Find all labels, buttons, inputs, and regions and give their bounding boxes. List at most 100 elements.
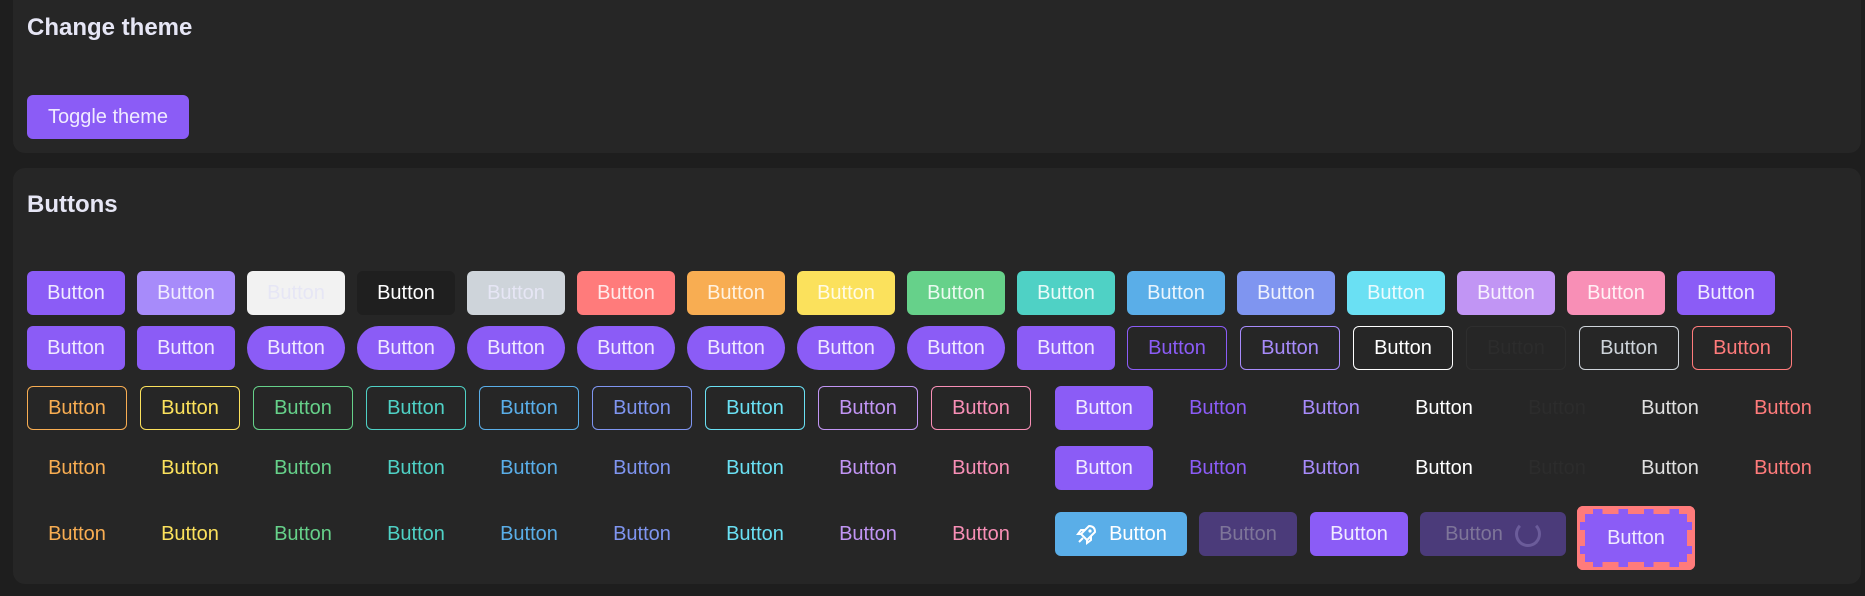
button-label: Button	[1445, 522, 1503, 545]
ghost-pink-button[interactable]: Button	[931, 446, 1031, 490]
focus-dashed-button[interactable]: Button	[1577, 506, 1695, 570]
button-label: Button	[1528, 456, 1586, 479]
outline-blue-button[interactable]: Button	[479, 386, 579, 430]
solid-indigo-button[interactable]: Button	[1237, 271, 1335, 315]
pill-primary-button[interactable]: Button	[577, 326, 675, 370]
outline-red-button[interactable]: Button	[1692, 326, 1792, 370]
ghost-yellow-button[interactable]: Button	[140, 512, 240, 556]
ghost-green-button[interactable]: Button	[253, 446, 353, 490]
pill-primary-button[interactable]: Button	[357, 326, 455, 370]
pill-primary-button[interactable]: Button	[467, 326, 565, 370]
ghost-green-button[interactable]: Button	[253, 512, 353, 556]
ghost-indigo-button[interactable]: Button	[592, 512, 692, 556]
ghost-dark-button[interactable]: Button	[1507, 386, 1607, 430]
button-label: Button	[1147, 281, 1205, 304]
ghost-primary-button[interactable]: Button	[1168, 386, 1268, 430]
ghost-indigo-button[interactable]: Button	[592, 446, 692, 490]
loading-button[interactable]: Button	[1420, 512, 1566, 556]
ghost-cyan-button[interactable]: Button	[705, 512, 805, 556]
button-label: Button	[47, 281, 105, 304]
change-theme-title: Change theme	[27, 14, 193, 41]
button-label: Button	[387, 522, 445, 545]
ghost-orange-button[interactable]: Button	[27, 512, 127, 556]
outline-green-button[interactable]: Button	[253, 386, 353, 430]
ghost-blue-button[interactable]: Button	[479, 446, 579, 490]
ghost-cyan-button[interactable]: Button	[705, 446, 805, 490]
ghost-primary-button[interactable]: Button	[1168, 446, 1268, 490]
ghost-light-button[interactable]: Button	[1394, 446, 1494, 490]
solid-teal-button[interactable]: Button	[1017, 271, 1115, 315]
solid-primary-button[interactable]: Button	[137, 326, 235, 370]
outline-orange-button[interactable]: Button	[27, 386, 127, 430]
solid-light-button[interactable]: Button	[247, 271, 345, 315]
button-label: Button	[387, 396, 445, 419]
solid-primary-button[interactable]: Button	[1017, 326, 1115, 370]
button-label: Button	[387, 456, 445, 479]
button-label: Button	[613, 396, 671, 419]
ghost-blue-button[interactable]: Button	[479, 512, 579, 556]
ghost-light-button[interactable]: Button	[1394, 386, 1494, 430]
solid-yellow-button[interactable]: Button	[797, 271, 895, 315]
solid-primary-button[interactable]: Button	[27, 326, 125, 370]
outline-light-button[interactable]: Button	[1353, 326, 1453, 370]
outline-dark-button[interactable]: Button	[1466, 326, 1566, 370]
ghost-pink-button[interactable]: Button	[931, 512, 1031, 556]
solid-primary-button[interactable]: Button	[1677, 271, 1775, 315]
solid-blue-button[interactable]: Button	[1127, 271, 1225, 315]
solid-purple-button[interactable]: Button	[1457, 271, 1555, 315]
outline-purple-button[interactable]: Button	[818, 386, 918, 430]
outline-secondary-button[interactable]: Button	[1240, 326, 1340, 370]
outline-cyan-button[interactable]: Button	[705, 386, 805, 430]
ghost-purple-button[interactable]: Button	[818, 512, 918, 556]
ghost-teal-button[interactable]: Button	[366, 446, 466, 490]
solid-gray-button[interactable]: Button	[467, 271, 565, 315]
pill-primary-button[interactable]: Button	[797, 326, 895, 370]
solid-orange-button[interactable]: Button	[687, 271, 785, 315]
button-label: Button	[1607, 526, 1665, 549]
solid-cyan-button[interactable]: Button	[1347, 271, 1445, 315]
button-label: Button	[1600, 336, 1658, 359]
solid-secondary-button[interactable]: Button	[137, 271, 235, 315]
button-label: Button	[377, 336, 435, 359]
ghost-red-button[interactable]: Button	[1733, 446, 1833, 490]
ghost-gray-button[interactable]: Button	[1620, 446, 1720, 490]
solid-primary-button[interactable]: Button	[27, 271, 125, 315]
button-label: Button	[597, 281, 655, 304]
ghost-secondary-button[interactable]: Button	[1281, 446, 1381, 490]
solid-primary-button[interactable]: Button	[1055, 386, 1153, 430]
button-label: Button	[1109, 522, 1167, 545]
outline-gray-button[interactable]: Button	[1579, 326, 1679, 370]
button-label: Button	[1415, 396, 1473, 419]
solid-red-button[interactable]: Button	[577, 271, 675, 315]
outline-teal-button[interactable]: Button	[366, 386, 466, 430]
button-label: Button	[1261, 336, 1319, 359]
icon-rocket-button[interactable]: Button	[1055, 512, 1187, 556]
solid-dark-button[interactable]: Button	[357, 271, 455, 315]
pill-primary-button[interactable]: Button	[687, 326, 785, 370]
button-label: Button	[267, 281, 325, 304]
toggle-theme-button[interactable]: Toggle theme	[27, 95, 189, 139]
outline-primary-button[interactable]: Button	[1127, 326, 1227, 370]
ghost-gray-button[interactable]: Button	[1620, 386, 1720, 430]
button-label: Button	[161, 522, 219, 545]
outline-yellow-button[interactable]: Button	[140, 386, 240, 430]
ghost-orange-button[interactable]: Button	[27, 446, 127, 490]
outline-pink-button[interactable]: Button	[931, 386, 1031, 430]
pill-primary-button[interactable]: Button	[247, 326, 345, 370]
solid-pink-button[interactable]: Button	[1567, 271, 1665, 315]
button-label: Button	[927, 281, 985, 304]
ghost-red-button[interactable]: Button	[1733, 386, 1833, 430]
button-label: Button	[1219, 522, 1277, 545]
solid-primary-button[interactable]: Button	[1310, 512, 1408, 556]
ghost-yellow-button[interactable]: Button	[140, 446, 240, 490]
button-label: Button	[1189, 396, 1247, 419]
solid-primary-button[interactable]: Button	[1055, 446, 1153, 490]
pill-primary-button[interactable]: Button	[907, 326, 1005, 370]
disabled-button[interactable]: Button	[1199, 512, 1297, 556]
ghost-secondary-button[interactable]: Button	[1281, 386, 1381, 430]
ghost-purple-button[interactable]: Button	[818, 446, 918, 490]
outline-indigo-button[interactable]: Button	[592, 386, 692, 430]
ghost-teal-button[interactable]: Button	[366, 512, 466, 556]
solid-green-button[interactable]: Button	[907, 271, 1005, 315]
ghost-dark-button[interactable]: Button	[1507, 446, 1607, 490]
